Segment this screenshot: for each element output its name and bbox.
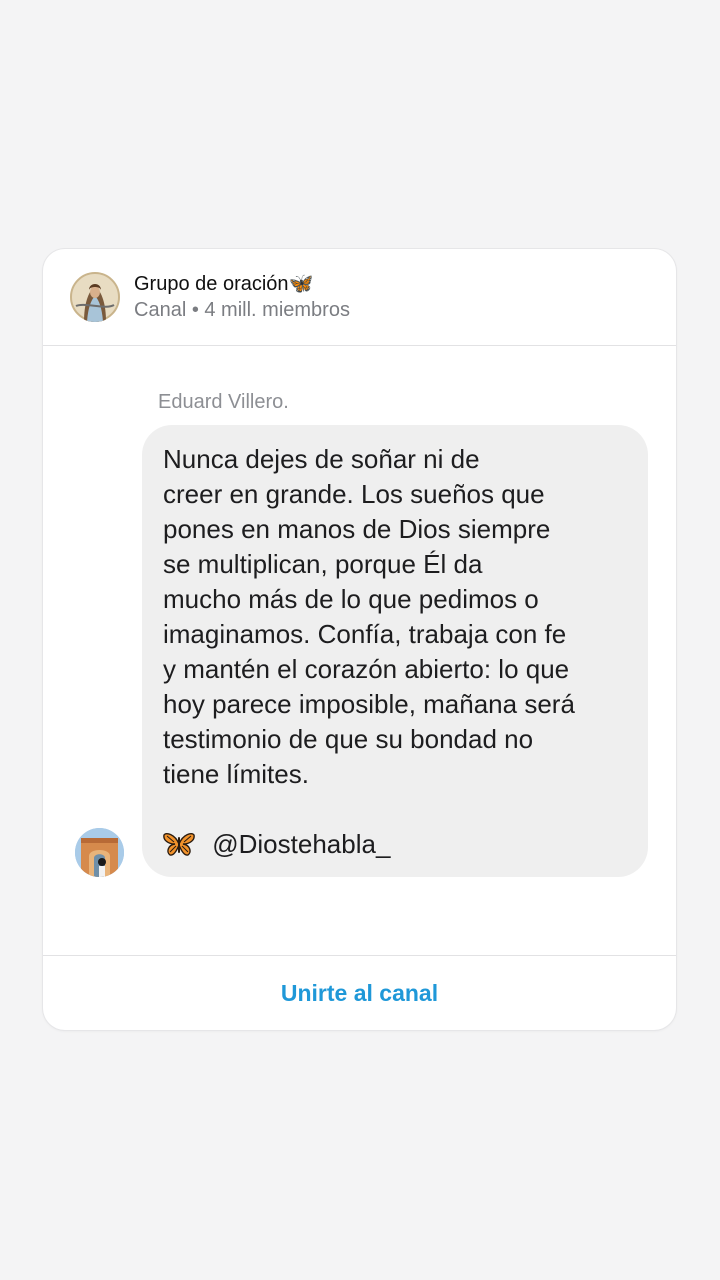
channel-name[interactable]: Grupo de oración🦋 <box>134 271 313 296</box>
channel-header[interactable]: Grupo de oración🦋 Canal • 4 mill. miembr… <box>43 249 676 346</box>
join-channel-button[interactable]: Unirte al canal <box>43 956 676 1030</box>
message-bubble[interactable]: Nunca dejes de soñar ni de creer en gran… <box>142 425 648 877</box>
channel-avatar[interactable] <box>70 272 120 322</box>
message-signature: @Diostehabla_ <box>163 827 390 862</box>
message-sender-name: Eduard Villero. <box>158 391 289 413</box>
threads-handle: @Diostehabla_ <box>212 829 391 859</box>
jesus-portrait-icon <box>70 272 120 322</box>
channel-footer: Unirte al canal <box>43 955 676 1030</box>
person-city-photo-icon <box>75 828 124 877</box>
channel-preview-card: Grupo de oración🦋 Canal • 4 mill. miembr… <box>43 249 676 1030</box>
message-text: Nunca dejes de soñar ni de creer en gran… <box>163 444 575 789</box>
sender-avatar[interactable] <box>75 828 124 877</box>
butterfly-icon <box>163 829 202 859</box>
channel-meta: Canal • 4 mill. miembros <box>134 299 350 321</box>
